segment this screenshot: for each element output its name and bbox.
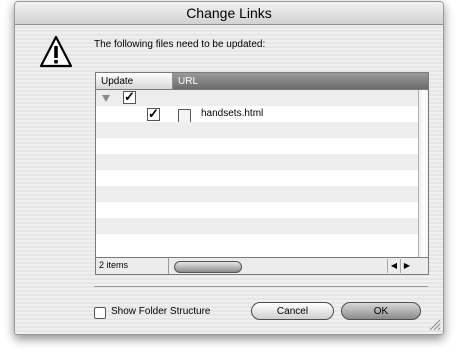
- show-folder-structure-label[interactable]: Show Folder Structure: [111, 306, 211, 317]
- file-name: handsets.html: [201, 108, 264, 119]
- change-links-dialog: Change Links The following files need to…: [14, 1, 444, 335]
- scroll-right-arrow-icon[interactable]: ▶: [400, 259, 413, 273]
- footer-divider: [168, 258, 169, 274]
- table-row: [96, 138, 418, 154]
- dialog-message: The following files need to be updated:: [94, 39, 266, 50]
- table-footer: 2 items ◀ ▶: [96, 257, 428, 274]
- title-bar: Change Links: [15, 2, 443, 25]
- vertical-scrollbar[interactable]: [418, 90, 428, 257]
- disclosure-triangle-icon[interactable]: [102, 95, 110, 102]
- separator: [94, 286, 428, 287]
- dialog-title: Change Links: [186, 5, 272, 21]
- table-row: [96, 202, 418, 218]
- resize-grip-icon[interactable]: [427, 317, 441, 331]
- table-rows: ✓ ✓ handsets.html: [96, 90, 418, 257]
- show-folder-structure-checkbox[interactable]: [94, 307, 106, 319]
- scroll-left-arrow-icon[interactable]: ◀: [387, 259, 400, 273]
- table-row[interactable]: ✓ handsets.html: [96, 106, 418, 124]
- table-row: [96, 218, 418, 234]
- table-row[interactable]: ✓: [96, 90, 418, 106]
- links-table: Update URL ✓ ✓ handsets.html 2 items ◀ ▶: [95, 72, 429, 275]
- file-update-checkbox[interactable]: ✓: [147, 107, 160, 121]
- item-count: 2 items: [99, 260, 129, 270]
- cancel-button[interactable]: Cancel: [251, 302, 334, 320]
- table-row: [96, 122, 418, 138]
- table-row: [96, 170, 418, 186]
- table-row: [96, 234, 418, 250]
- column-header-update[interactable]: Update: [96, 73, 173, 90]
- dialog-content: The following files need to be updated: …: [15, 25, 443, 334]
- warning-icon: [39, 35, 73, 68]
- horizontal-scroll-thumb[interactable]: [174, 261, 242, 273]
- column-header-url[interactable]: URL: [173, 73, 428, 90]
- ok-button[interactable]: OK: [341, 302, 421, 320]
- table-row: [96, 154, 418, 170]
- table-row: [96, 186, 418, 202]
- folder-update-checkbox[interactable]: ✓: [123, 90, 136, 104]
